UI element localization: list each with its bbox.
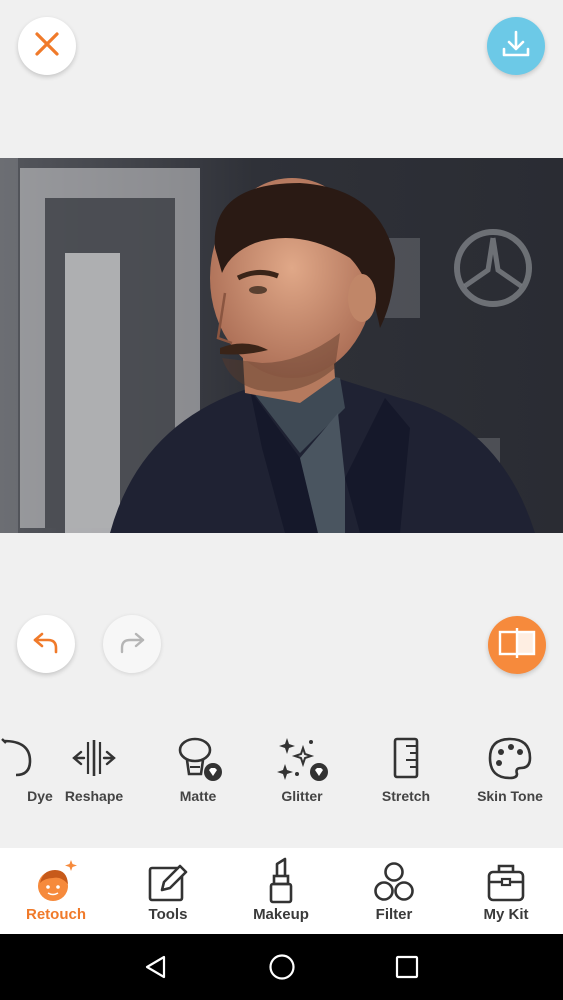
compare-button[interactable]	[488, 616, 546, 674]
tools-icon	[138, 848, 198, 904]
redo-icon	[117, 627, 147, 662]
home-icon[interactable]	[267, 952, 297, 982]
tool-glitter[interactable]: Glitter	[252, 730, 352, 810]
dye-icon	[0, 730, 40, 786]
system-nav-bar	[0, 934, 563, 1000]
nav-label: My Kit	[483, 906, 529, 923]
undo-button[interactable]	[17, 615, 75, 673]
nav-my-kit[interactable]: My Kit	[450, 848, 562, 934]
nav-filter[interactable]: Filter	[338, 848, 450, 934]
compare-icon	[497, 626, 537, 665]
tool-label: Stretch	[381, 788, 431, 804]
retouch-tools-strip[interactable]: Dye Reshape Matte Glitter Stretch Skin T…	[0, 730, 563, 810]
download-icon	[499, 27, 533, 66]
tool-skin-tone[interactable]: Skin Tone	[460, 730, 560, 810]
close-icon	[33, 30, 61, 63]
nav-tools[interactable]: Tools	[112, 848, 224, 934]
stretch-icon	[376, 730, 436, 786]
makeup-icon	[251, 848, 311, 904]
nav-label: Retouch	[26, 906, 86, 923]
back-icon[interactable]	[141, 952, 171, 982]
tool-label: Glitter	[281, 788, 323, 804]
tool-reshape[interactable]: Reshape	[44, 730, 144, 810]
photo-canvas[interactable]	[0, 158, 563, 533]
filter-icon	[364, 848, 424, 904]
redo-button[interactable]	[103, 615, 161, 673]
close-button[interactable]	[18, 17, 76, 75]
nav-label: Tools	[148, 906, 188, 923]
glitter-icon	[272, 730, 332, 786]
nav-retouch[interactable]: Retouch	[0, 848, 112, 934]
tool-stretch[interactable]: Stretch	[356, 730, 456, 810]
tool-label: Skin Tone	[477, 788, 543, 804]
tool-matte[interactable]: Matte	[148, 730, 248, 810]
tool-label: Reshape	[64, 788, 124, 804]
my-kit-icon	[476, 848, 536, 904]
retouch-icon	[26, 848, 86, 904]
skin-tone-icon	[480, 730, 540, 786]
nav-makeup[interactable]: Makeup	[225, 848, 337, 934]
reshape-icon	[64, 730, 124, 786]
recents-icon[interactable]	[392, 952, 422, 982]
man-portrait-photo	[0, 158, 563, 533]
nav-label: Makeup	[253, 906, 309, 923]
tool-label: Matte	[179, 788, 217, 804]
matte-icon	[168, 730, 228, 786]
bottom-nav: Retouch Tools Makeup Filter My Kit	[0, 848, 563, 934]
undo-icon	[31, 627, 61, 662]
nav-label: Filter	[375, 906, 413, 923]
download-button[interactable]	[487, 17, 545, 75]
